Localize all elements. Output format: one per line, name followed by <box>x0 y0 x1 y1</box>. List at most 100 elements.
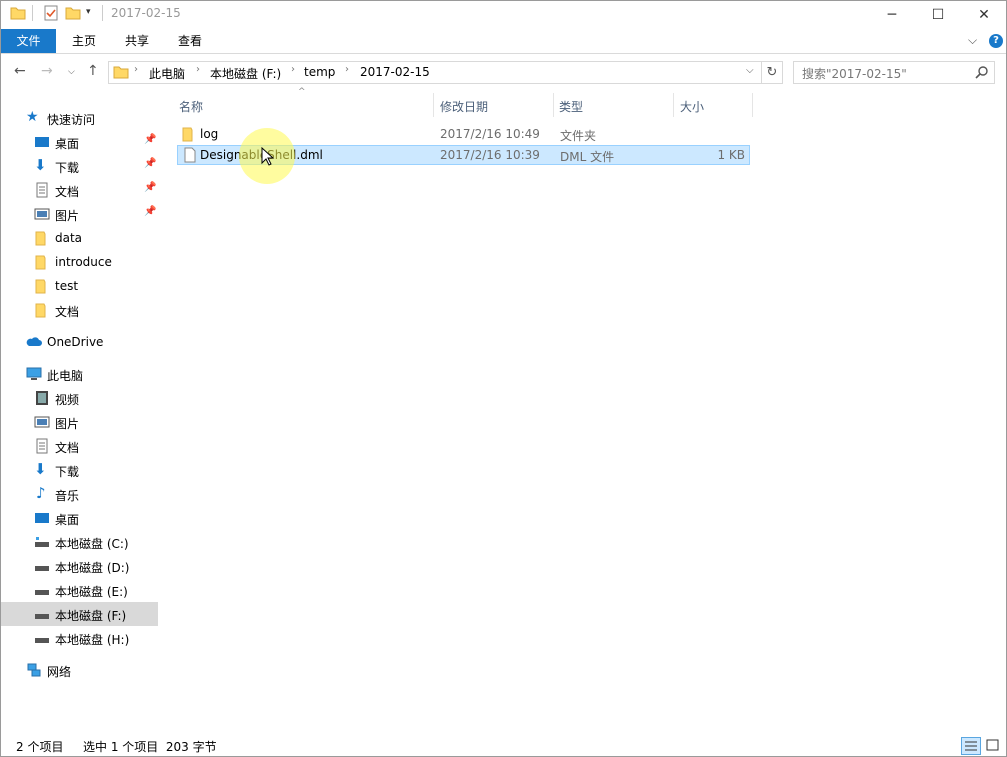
title-bar: ▾ 2017-02-15 ─ ☐ ✕ <box>1 1 1006 29</box>
tab-file[interactable]: 文件 <box>1 29 56 53</box>
nav-label: 视频 <box>55 393 80 407</box>
nav-item-pictures[interactable]: 图片 📌 <box>1 202 158 226</box>
nav-label: test <box>55 279 79 293</box>
tab-view[interactable]: 查看 <box>166 29 214 53</box>
nav-item-videos[interactable]: 视频 <box>1 386 158 410</box>
download-icon: ⬇ <box>34 156 47 174</box>
pin-icon[interactable]: 📌 <box>144 182 156 193</box>
column-divider[interactable] <box>433 93 434 117</box>
pin-icon[interactable]: 📌 <box>144 134 156 145</box>
nav-label: 此电脑 <box>47 369 84 383</box>
nav-item-downloads-pc[interactable]: ⬇ 下载 <box>1 458 158 482</box>
search-input[interactable]: 搜索"2017-02-15" <box>793 61 995 84</box>
column-header-date[interactable]: 修改日期 <box>436 93 552 117</box>
drive-icon <box>35 590 49 595</box>
nav-item-music[interactable]: ♪ 音乐 <box>1 482 158 506</box>
navigation-pane: ★ 快速访问 桌面 📌 ⬇ 下载 📌 文档 📌 图片 📌 data introd… <box>1 96 158 736</box>
folder-icon <box>35 231 46 246</box>
network-icon <box>27 663 41 677</box>
search-icon[interactable] <box>975 65 989 79</box>
nav-label: 文档 <box>55 305 80 319</box>
drive-icon <box>35 638 49 643</box>
nav-item-drive-h[interactable]: 本地磁盘 (H:) <box>1 626 158 650</box>
back-button[interactable]: ← <box>14 63 26 79</box>
help-icon[interactable]: ? <box>989 34 1003 48</box>
forward-button[interactable]: → <box>41 63 53 79</box>
nav-item-documents[interactable]: 文档 📌 <box>1 178 158 202</box>
nav-onedrive[interactable]: OneDrive <box>1 330 158 354</box>
close-button[interactable]: ✕ <box>961 1 1006 29</box>
tab-share[interactable]: 共享 <box>113 29 161 53</box>
nav-quick-access[interactable]: ★ 快速访问 <box>1 106 158 130</box>
minimize-button[interactable]: ─ <box>869 1 915 29</box>
large-icons-view-button[interactable] <box>984 737 1002 753</box>
nav-item-pictures-pc[interactable]: 图片 <box>1 410 158 434</box>
nav-label: 桌面 <box>55 513 80 527</box>
up-button[interactable]: ↑ <box>87 63 99 79</box>
video-icon <box>36 391 48 405</box>
nav-item-drive-f[interactable]: 本地磁盘 (F:) <box>1 602 158 626</box>
file-type: DML 文件 <box>560 150 615 164</box>
breadcrumb-separator[interactable]: › <box>134 64 138 75</box>
refresh-button[interactable]: ↻ <box>761 61 783 84</box>
breadcrumb-drive-f[interactable]: 本地磁盘 (F:) <box>210 65 281 82</box>
breadcrumb-temp[interactable]: temp <box>304 65 335 79</box>
nav-label: 本地磁盘 (C:) <box>55 537 129 551</box>
file-icon <box>184 147 196 163</box>
nav-label: 文档 <box>55 441 80 455</box>
nav-item-test[interactable]: test <box>1 274 158 298</box>
folder-icon <box>35 303 46 318</box>
nav-item-downloads[interactable]: ⬇ 下载 📌 <box>1 154 158 178</box>
nav-label: 本地磁盘 (E:) <box>55 585 128 599</box>
column-label: 修改日期 <box>440 100 489 114</box>
details-view-button[interactable] <box>961 737 981 755</box>
nav-item-drive-d[interactable]: 本地磁盘 (D:) <box>1 554 158 578</box>
file-date: 2017/2/16 10:39 <box>440 148 540 162</box>
nav-label: 桌面 <box>55 137 80 151</box>
nav-this-pc[interactable]: 此电脑 <box>1 362 158 386</box>
column-divider[interactable] <box>673 93 674 117</box>
recent-locations-icon[interactable]: ⌵ <box>68 67 75 77</box>
nav-item-desktop-pc[interactable]: 桌面 <box>1 506 158 530</box>
address-dropdown-icon[interactable]: ⌵ <box>746 65 754 76</box>
column-header-size[interactable]: 大小 <box>676 93 752 117</box>
nav-item-docs-folder[interactable]: 文档 <box>1 298 158 322</box>
breadcrumb-separator[interactable]: › <box>196 64 200 75</box>
column-divider[interactable] <box>553 93 554 117</box>
customize-toolbar-icon[interactable]: ▾ <box>86 7 91 17</box>
nav-item-documents-pc[interactable]: 文档 <box>1 434 158 458</box>
breadcrumb-this-pc[interactable]: 此电脑 <box>149 65 185 82</box>
pin-icon[interactable]: 📌 <box>144 206 156 217</box>
maximize-button[interactable]: ☐ <box>915 1 961 29</box>
document-icon <box>36 438 48 454</box>
nav-label: 本地磁盘 (H:) <box>55 633 130 647</box>
expand-ribbon-icon[interactable]: ⌵ <box>968 33 977 48</box>
search-placeholder: 搜索"2017-02-15" <box>802 67 907 81</box>
tab-home[interactable]: 主页 <box>60 29 108 53</box>
file-size: 1 KB <box>717 148 745 162</box>
column-divider[interactable] <box>752 93 753 117</box>
folder-icon <box>35 255 46 270</box>
pictures-icon <box>34 416 50 428</box>
nav-item-desktop[interactable]: 桌面 📌 <box>1 130 158 154</box>
breadcrumb-separator[interactable]: › <box>345 64 349 75</box>
address-bar[interactable]: › 此电脑 › 本地磁盘 (F:) › temp › 2017-02-15 ⌵ <box>108 61 762 84</box>
column-header-type[interactable]: 类型 <box>555 93 671 117</box>
column-header-name[interactable]: 名称 <box>175 93 433 117</box>
nav-network[interactable]: 网络 <box>1 658 158 682</box>
breadcrumb-separator[interactable]: › <box>291 64 295 75</box>
nav-item-drive-c[interactable]: 本地磁盘 (C:) <box>1 530 158 554</box>
nav-item-drive-e[interactable]: 本地磁盘 (E:) <box>1 578 158 602</box>
folder-icon <box>113 66 129 79</box>
new-folder-icon[interactable] <box>65 5 81 21</box>
download-icon: ⬇ <box>34 460 47 478</box>
nav-label: 快速访问 <box>47 113 96 127</box>
file-name: log <box>200 127 219 141</box>
nav-item-data[interactable]: data <box>1 226 158 250</box>
properties-icon[interactable] <box>43 5 59 21</box>
drive-icon <box>35 614 49 619</box>
status-item-count: 2 个项目 <box>16 740 64 754</box>
nav-item-introduce[interactable]: introduce <box>1 250 158 274</box>
pin-icon[interactable]: 📌 <box>144 158 156 169</box>
breadcrumb-current[interactable]: 2017-02-15 <box>360 65 430 79</box>
